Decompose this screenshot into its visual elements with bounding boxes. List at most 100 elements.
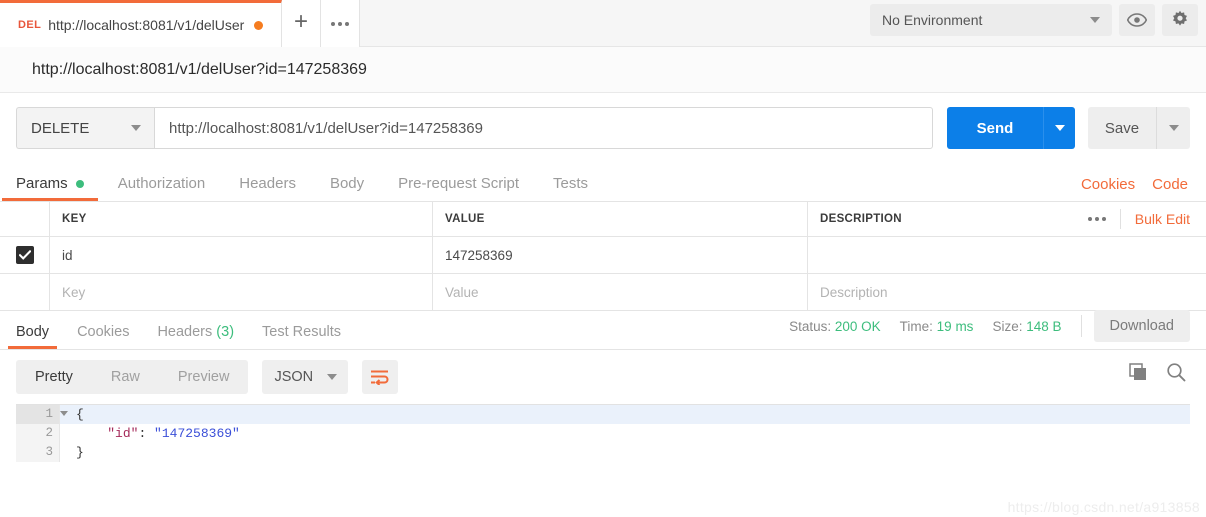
gear-icon: [1173, 10, 1187, 26]
save-options-button[interactable]: [1156, 107, 1190, 149]
size-badge: Size: 148 B: [992, 319, 1061, 334]
chevron-down-icon: [1168, 125, 1179, 131]
cookies-link[interactable]: Cookies: [1081, 176, 1135, 193]
line-number-text: 1: [45, 407, 53, 421]
send-button[interactable]: Send: [947, 107, 1043, 149]
code-text: "id": "147258369": [60, 424, 240, 443]
json-key: "id": [107, 426, 139, 441]
response-tab-headers[interactable]: Headers (3): [149, 324, 242, 349]
request-title-row: http://localhost:8081/v1/delUser?id=1472…: [0, 47, 1206, 93]
new-tab-button[interactable]: +: [282, 0, 321, 47]
params-present-dot-icon: [75, 179, 84, 188]
copy-button[interactable]: [1129, 362, 1148, 387]
view-mode-pretty[interactable]: Pretty: [16, 360, 92, 394]
response-section-tabs: Body Cookies Headers (3) Test Results St…: [0, 310, 1206, 350]
new-row-description-input[interactable]: Description: [808, 274, 1206, 310]
request-section-tabs: Params Authorization Headers Body Pre-re…: [0, 163, 1206, 201]
tab-url-label: http://localhost:8081/v1/delUser: [48, 17, 245, 33]
fold-arrow-icon[interactable]: [60, 411, 68, 416]
response-tab-body[interactable]: Body: [8, 324, 58, 349]
response-format-selector[interactable]: JSON: [262, 360, 349, 394]
response-tab-cookies[interactable]: Cookies: [69, 324, 137, 349]
response-body-toolbar: Pretty Raw Preview JSON: [0, 350, 1206, 404]
url-input[interactable]: http://localhost:8081/v1/delUser?id=1472…: [154, 107, 933, 149]
word-wrap-toggle[interactable]: [362, 360, 399, 394]
code-link[interactable]: Code: [1152, 176, 1188, 193]
chevron-down-icon: [1054, 125, 1065, 131]
bulk-edit-link[interactable]: Bulk Edit: [1135, 211, 1190, 227]
code-line: 3 }: [16, 443, 1190, 462]
environment-selected-label: No Environment: [882, 12, 983, 28]
tab-params[interactable]: Params: [2, 175, 98, 201]
line-number: 2: [16, 424, 60, 443]
row-description-input[interactable]: [808, 237, 1206, 273]
environment-quick-look-button[interactable]: [1119, 4, 1155, 36]
params-header-actions: Bulk Edit: [1087, 209, 1194, 229]
row-value-input[interactable]: 147258369: [433, 237, 808, 273]
chevron-down-icon: [1090, 17, 1100, 23]
top-bar: DEL http://localhost:8081/v1/delUser + N…: [0, 0, 1206, 47]
request-tabs-links: Cookies Code: [1081, 176, 1188, 193]
chevron-down-icon: [327, 374, 338, 380]
check-icon: [18, 250, 31, 260]
code-text: }: [76, 445, 84, 460]
word-wrap-icon: [371, 370, 389, 385]
view-mode-preview[interactable]: Preview: [159, 360, 249, 394]
view-mode-raw[interactable]: Raw: [92, 360, 159, 394]
request-tab-strip: DEL http://localhost:8081/v1/delUser +: [0, 0, 360, 47]
response-meta: Status: 200 OK Time: 19 ms Size: 148 B D…: [789, 310, 1190, 342]
download-button[interactable]: Download: [1093, 310, 1190, 342]
size-label: Size:: [992, 318, 1023, 334]
save-button-group: Save: [1088, 107, 1190, 149]
page-title: http://localhost:8081/v1/delUser?id=1472…: [32, 60, 367, 78]
header-cell-description: DESCRIPTION Bulk Edit: [808, 202, 1206, 236]
header-description-label: DESCRIPTION: [820, 213, 902, 225]
settings-button[interactable]: [1162, 4, 1198, 36]
tab-authorization-label: Authorization: [117, 175, 206, 192]
response-headers-count: (3): [216, 324, 235, 340]
size-value: 148 B: [1026, 318, 1062, 334]
divider: [1119, 209, 1121, 229]
url-bar: DELETE http://localhost:8081/v1/delUser?…: [0, 93, 1206, 163]
http-method-label: DELETE: [31, 119, 90, 137]
unsaved-changes-dot-icon: [254, 20, 264, 30]
divider: [1080, 315, 1082, 337]
tab-options-button[interactable]: [321, 0, 360, 47]
request-tab-delete-user[interactable]: DEL http://localhost:8081/v1/delUser: [0, 0, 282, 47]
tab-tests[interactable]: Tests: [553, 175, 588, 201]
save-button[interactable]: Save: [1088, 107, 1156, 149]
new-row-value-input[interactable]: Value: [433, 274, 808, 310]
environment-selector[interactable]: No Environment: [870, 4, 1112, 36]
row-key-input[interactable]: id: [50, 237, 433, 273]
tab-body[interactable]: Body: [330, 175, 364, 201]
tab-authorization[interactable]: Authorization: [118, 175, 206, 201]
tab-pre-request-script-label: Pre-request Script: [398, 175, 520, 192]
environment-controls: No Environment: [870, 4, 1198, 36]
response-tab-test-results[interactable]: Test Results: [254, 324, 349, 349]
line-number: 3: [16, 443, 60, 462]
row-checkbox-checked[interactable]: [15, 246, 34, 264]
tab-headers[interactable]: Headers: [239, 175, 296, 201]
table-row: id 147258369: [0, 237, 1206, 274]
json-string-value: "147258369": [154, 426, 240, 441]
http-method-selector[interactable]: DELETE: [16, 107, 154, 149]
status-label: Status:: [789, 318, 832, 334]
new-row-key-input[interactable]: Key: [50, 274, 433, 310]
eye-icon: [1127, 13, 1147, 27]
response-view-mode-group: Pretty Raw Preview: [16, 360, 249, 394]
search-button[interactable]: [1166, 362, 1186, 387]
ellipsis-icon[interactable]: [1087, 217, 1106, 221]
send-options-button[interactable]: [1043, 107, 1075, 149]
params-table: KEY VALUE DESCRIPTION Bulk Edit id 14725…: [0, 201, 1206, 311]
header-cell-key: KEY: [50, 202, 433, 236]
response-body-code[interactable]: 1 { 2 "id": "147258369" 3 }: [16, 404, 1190, 466]
tab-pre-request-script[interactable]: Pre-request Script: [398, 175, 519, 201]
tab-body-label: Body: [329, 175, 365, 192]
tab-tests-label: Tests: [553, 175, 589, 192]
response-format-label: JSON: [274, 369, 314, 385]
code-line: 2 "id": "147258369": [16, 424, 1190, 443]
row-checkbox-cell-empty[interactable]: [0, 274, 50, 310]
row-checkbox-cell[interactable]: [0, 237, 50, 273]
header-cell-value: VALUE: [433, 202, 808, 236]
